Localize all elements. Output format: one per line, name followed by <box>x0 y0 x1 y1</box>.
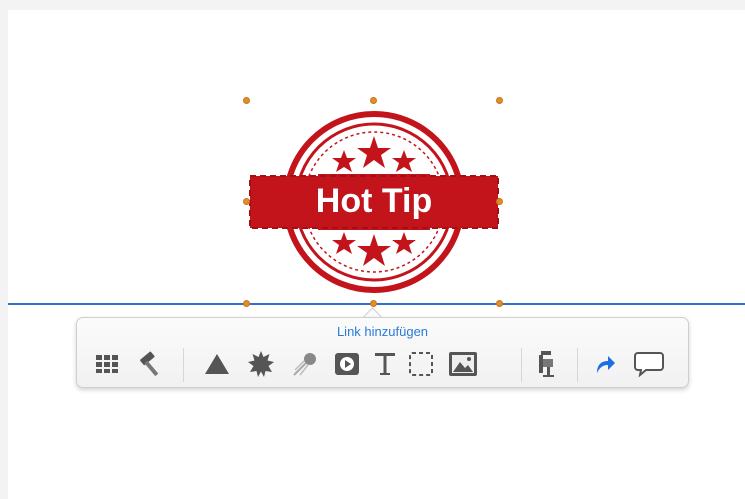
toolbar-separator <box>183 348 184 382</box>
image-icon[interactable] <box>447 348 479 380</box>
resize-handle-bottom-center[interactable] <box>370 300 377 307</box>
text-icon[interactable] <box>369 348 401 380</box>
video-icon[interactable] <box>331 348 363 380</box>
stamp-text: Hot Tip <box>315 182 433 220</box>
toolbar-separator <box>577 348 578 382</box>
insert-toolbar: Link hinzufügen <box>76 317 689 388</box>
hammer-icon[interactable] <box>135 348 167 380</box>
resize-handle-top-left[interactable] <box>243 97 250 104</box>
add-link-button[interactable]: Link hinzufügen <box>77 324 688 339</box>
hot-tip-stamp-image[interactable]: Hot Tip <box>248 102 500 302</box>
shape-icon[interactable] <box>201 348 233 380</box>
resize-handle-bottom-left[interactable] <box>243 300 250 307</box>
redo-icon[interactable] <box>589 348 621 380</box>
toolbar-separator <box>521 348 522 382</box>
table-icon[interactable] <box>91 348 123 380</box>
resize-handle-bottom-right[interactable] <box>496 300 503 307</box>
resize-handle-top-center[interactable] <box>370 97 377 104</box>
resize-handle-middle-left[interactable] <box>243 198 250 205</box>
comet-icon[interactable] <box>289 348 321 380</box>
clamp-icon[interactable] <box>531 348 563 380</box>
selection-icon[interactable] <box>405 348 437 380</box>
comment-icon[interactable] <box>633 348 665 380</box>
tool-row <box>77 346 690 382</box>
resize-handle-top-right[interactable] <box>496 97 503 104</box>
burst-icon[interactable] <box>245 348 277 380</box>
resize-handle-middle-right[interactable] <box>496 198 503 205</box>
